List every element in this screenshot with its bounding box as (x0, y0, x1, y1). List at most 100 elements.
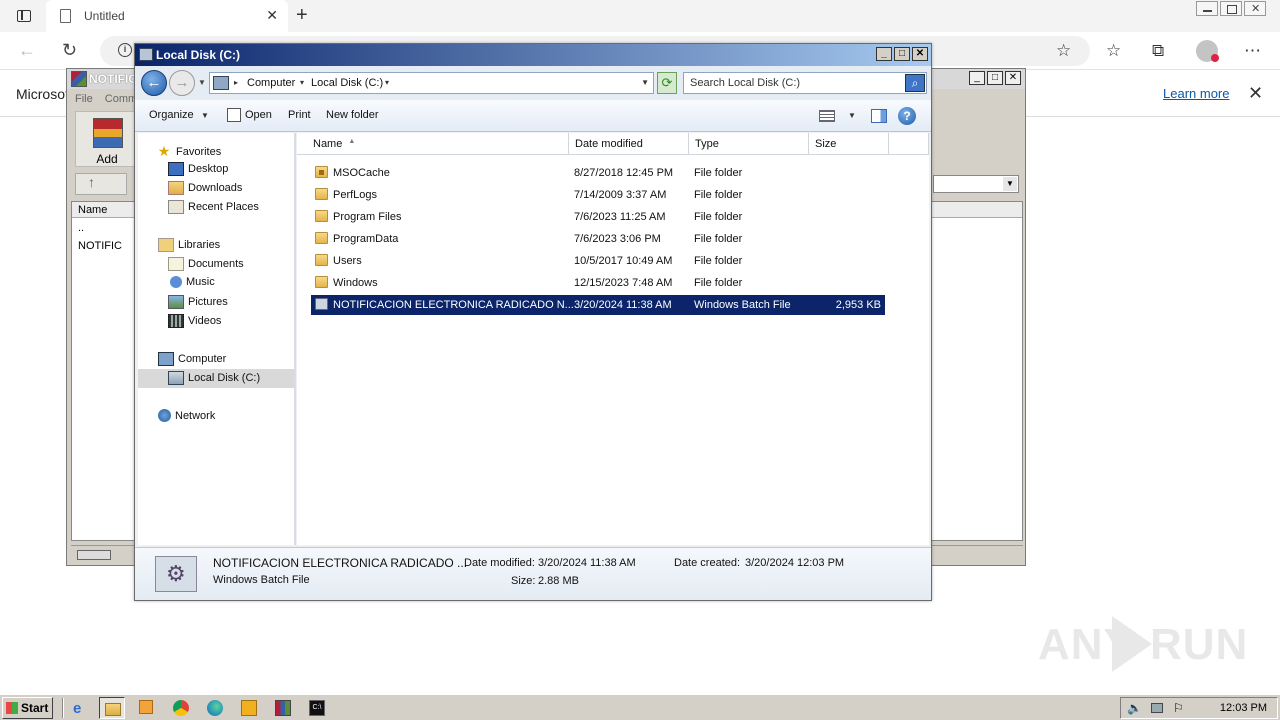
print-button[interactable]: Print (288, 109, 311, 121)
explorer-close-button[interactable]: ✕ (912, 47, 928, 61)
taskbar-explorer[interactable] (99, 697, 125, 719)
favorites-icon[interactable]: ☆ (1106, 41, 1121, 61)
winrar-menu-commands[interactable]: Comm (105, 93, 137, 105)
taskbar-chrome[interactable] (168, 697, 194, 719)
breadcrumb-arrow-icon[interactable]: ▾ (385, 78, 389, 87)
nav-item-videos[interactable]: Videos (168, 314, 221, 328)
winrar-name-column[interactable]: Name (78, 204, 107, 216)
search-box[interactable]: ⌕ (683, 72, 927, 94)
refresh-button[interactable]: ⟳ (657, 72, 677, 94)
infobar-close-icon[interactable]: ✕ (1248, 83, 1263, 104)
drive-icon (139, 48, 153, 61)
nav-item-network[interactable]: Network (158, 409, 215, 422)
explorer-minimize-button[interactable]: _ (876, 47, 892, 61)
preview-pane-icon[interactable] (871, 109, 887, 123)
winrar-add-button[interactable]: Add (75, 111, 139, 167)
batch-file-icon (315, 298, 328, 310)
nav-item-computer[interactable]: Computer (158, 352, 226, 366)
column-header-type[interactable]: Type (689, 133, 809, 155)
browser-tab[interactable]: Untitled ✕ (46, 0, 288, 32)
close-button[interactable] (1244, 1, 1266, 16)
info-icon[interactable]: i (118, 43, 132, 57)
winrar-path-dropdown[interactable] (933, 175, 1019, 193)
more-menu-icon[interactable]: ⋯ (1244, 41, 1261, 61)
file-row-selected[interactable]: NOTIFICACION ELECTRONICA RADICADO N... 3… (311, 295, 885, 315)
winrar-row-parent[interactable]: .. (78, 222, 84, 234)
column-size-label: Size (815, 138, 837, 150)
file-row[interactable]: ProgramData 7/6/2023 3:06 PM File folder (311, 229, 885, 249)
explorer-maximize-button[interactable]: □ (894, 47, 910, 61)
taskbar-clock[interactable]: 12:03 PM (1220, 702, 1267, 714)
winrar-minimize-button[interactable]: _ (969, 71, 985, 85)
tab-close-icon[interactable]: ✕ (266, 7, 278, 24)
breadcrumb-local-disk[interactable]: Local Disk (C:) (311, 77, 383, 89)
breadcrumb-computer[interactable]: Computer (247, 77, 295, 89)
file-row[interactable]: MSOCache 8/27/2018 12:45 PM File folder (311, 163, 885, 183)
restore-button[interactable] (1220, 1, 1242, 16)
winrar-row-file[interactable]: NOTIFIC (78, 240, 122, 252)
profile-avatar[interactable] (1196, 40, 1219, 62)
breadcrumb-arrow-icon[interactable]: ▾ (300, 78, 304, 87)
column-header-date[interactable]: Date modified (569, 133, 689, 155)
column-header-size[interactable]: Size (809, 133, 889, 155)
taskbar-cmd[interactable]: C:\ (304, 697, 330, 719)
collections-icon[interactable]: ⧉ (1152, 41, 1164, 61)
file-row[interactable]: Program Files 7/6/2023 11:25 AM File fol… (311, 207, 885, 227)
taskbar-outlook[interactable] (236, 697, 262, 719)
winrar-maximize-button[interactable]: □ (987, 71, 1003, 85)
taskbar-edge[interactable] (202, 697, 228, 719)
winrar-up-button[interactable]: ↑ (75, 173, 127, 195)
file-name: NOTIFICACION ELECTRONICA RADICADO N... (333, 299, 574, 311)
nav-item-recent-places[interactable]: Recent Places (168, 200, 259, 214)
file-type: File folder (694, 189, 743, 201)
volume-icon[interactable]: 🔈 (1127, 701, 1142, 715)
refresh-icon[interactable]: ↻ (62, 40, 77, 61)
search-input[interactable] (684, 73, 904, 93)
nav-music-label: Music (186, 276, 215, 288)
address-dropdown-icon[interactable]: ▼ (641, 78, 649, 87)
search-icon[interactable]: ⌕ (905, 74, 925, 92)
forward-button[interactable]: → (169, 70, 195, 96)
open-button[interactable]: Open (245, 109, 272, 121)
nav-item-favorites[interactable]: ★ Favorites (156, 143, 222, 160)
nav-item-pictures[interactable]: Pictures (168, 295, 228, 309)
nav-item-desktop[interactable]: Desktop (168, 162, 228, 176)
nav-item-local-disk[interactable]: Local Disk (C:) (168, 371, 260, 385)
taskbar-winrar[interactable] (270, 697, 296, 719)
organize-button[interactable]: Organize (149, 109, 194, 121)
file-row[interactable]: Windows 12/15/2023 7:48 AM File folder (311, 273, 885, 293)
view-dropdown-icon[interactable]: ▼ (848, 111, 856, 120)
column-header-extra[interactable] (889, 133, 929, 155)
organize-dropdown-icon[interactable]: ▼ (201, 111, 209, 120)
taskbar-ie[interactable]: e (68, 697, 94, 719)
change-view-icon[interactable] (819, 110, 835, 122)
taskbar-media-player[interactable] (134, 697, 160, 719)
system-tray: 🔈 ⚐ 12:03 PM (1120, 697, 1278, 719)
breadcrumb-arrow-icon[interactable]: ▸ (234, 78, 238, 87)
nav-item-documents[interactable]: Documents (168, 257, 244, 271)
back-button[interactable]: ← (141, 70, 167, 96)
network-tray-icon[interactable] (1151, 703, 1163, 713)
action-center-flag-icon[interactable]: ⚐ (1173, 701, 1187, 715)
winrar-add-label: Add (96, 152, 118, 166)
file-row[interactable]: PerfLogs 7/14/2009 3:37 AM File folder (311, 185, 885, 205)
column-header-name[interactable]: Name ▲ (297, 133, 569, 155)
winrar-menu-file[interactable]: File (75, 93, 93, 105)
recent-pages-dropdown[interactable]: ▼ (198, 78, 206, 87)
start-button[interactable]: Start (2, 697, 53, 719)
nav-item-music[interactable]: Music (168, 276, 215, 288)
batch-file-large-icon (155, 556, 197, 592)
address-breadcrumb[interactable]: ▸ Computer ▾ Local Disk (C:) ▾ ▼ (209, 72, 654, 94)
nav-item-libraries[interactable]: Libraries (158, 238, 220, 252)
winrar-close-button[interactable]: ✕ (1005, 71, 1021, 85)
learn-more-link[interactable]: Learn more (1163, 86, 1229, 101)
add-favorite-icon[interactable]: ☆ (1056, 41, 1071, 61)
file-row[interactable]: Users 10/5/2017 10:49 AM File folder (311, 251, 885, 271)
back-arrow-icon[interactable]: ← (18, 40, 36, 61)
new-folder-button[interactable]: New folder (326, 109, 379, 121)
new-tab-button[interactable]: + (296, 4, 308, 27)
minimize-button[interactable] (1196, 1, 1218, 16)
tab-actions-button[interactable] (10, 6, 38, 26)
help-icon[interactable]: ? (898, 107, 916, 125)
nav-item-downloads[interactable]: Downloads (168, 181, 242, 195)
